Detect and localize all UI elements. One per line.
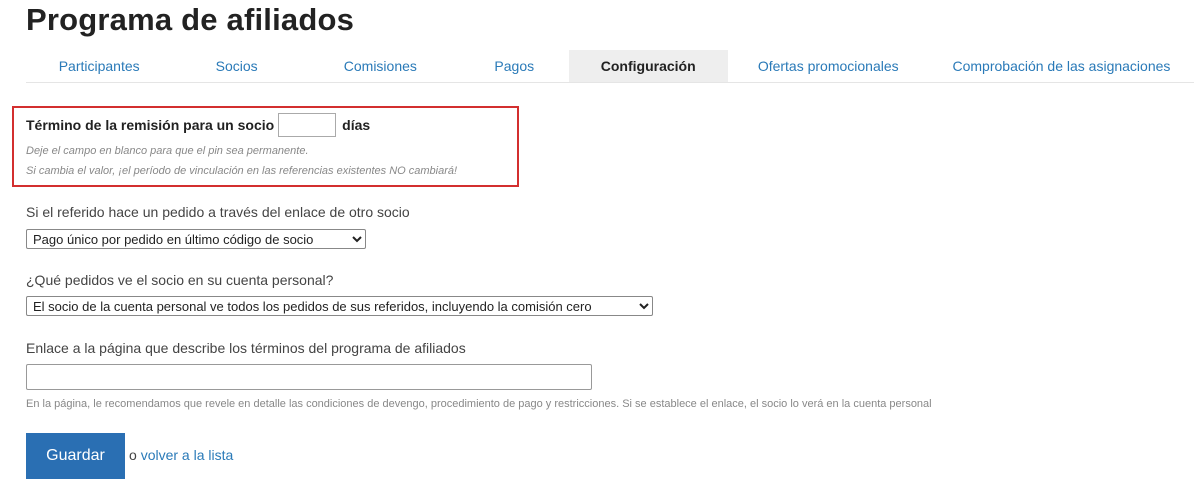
tab-ofertas-promocionales[interactable]: Ofertas promocionales: [728, 50, 929, 82]
orders-visibility-label: ¿Qué pedidos ve el socio en su cuenta pe…: [26, 272, 334, 288]
referral-term-input[interactable]: [278, 113, 337, 137]
tab-comisiones[interactable]: Comisiones: [301, 50, 460, 82]
back-row: o volver a la lista: [129, 447, 233, 463]
referral-term-unit: días: [342, 117, 371, 133]
terms-link-help: En la página, le recomendamos que revele…: [26, 398, 932, 410]
tab-participantes[interactable]: Participantes: [26, 50, 172, 82]
save-button[interactable]: Guardar: [26, 433, 125, 479]
referral-term-label: Término de la remisión para un socio: [26, 117, 275, 133]
terms-link-label: Enlace a la página que describe los térm…: [26, 340, 466, 356]
page-title: Programa de afiliados: [26, 2, 355, 37]
referral-term-hint-2: Si cambia el valor, ¡el período de vincu…: [26, 165, 458, 177]
tab-bar: Participantes Socios Comisiones Pagos Co…: [26, 50, 1194, 83]
orders-visibility-select[interactable]: El socio de la cuenta personal ve todos …: [26, 296, 653, 316]
back-to-list-link[interactable]: volver a la lista: [141, 447, 234, 463]
terms-link-input[interactable]: [26, 364, 592, 390]
or-text: o: [129, 447, 141, 463]
tab-socios[interactable]: Socios: [172, 50, 301, 82]
other-partner-link-select[interactable]: Pago único por pedido en último código d…: [26, 229, 366, 249]
tab-configuracion[interactable]: Configuración: [568, 50, 728, 82]
other-partner-link-label: Si el referido hace un pedido a través d…: [26, 204, 410, 220]
referral-term-hint-1: Deje el campo en blanco para que el pin …: [26, 145, 309, 157]
tab-pagos[interactable]: Pagos: [460, 50, 569, 82]
tab-comprobacion-asignaciones[interactable]: Comprobación de las asignaciones: [929, 50, 1194, 82]
referral-term-row: Término de la remisión para un socio día…: [26, 112, 370, 138]
